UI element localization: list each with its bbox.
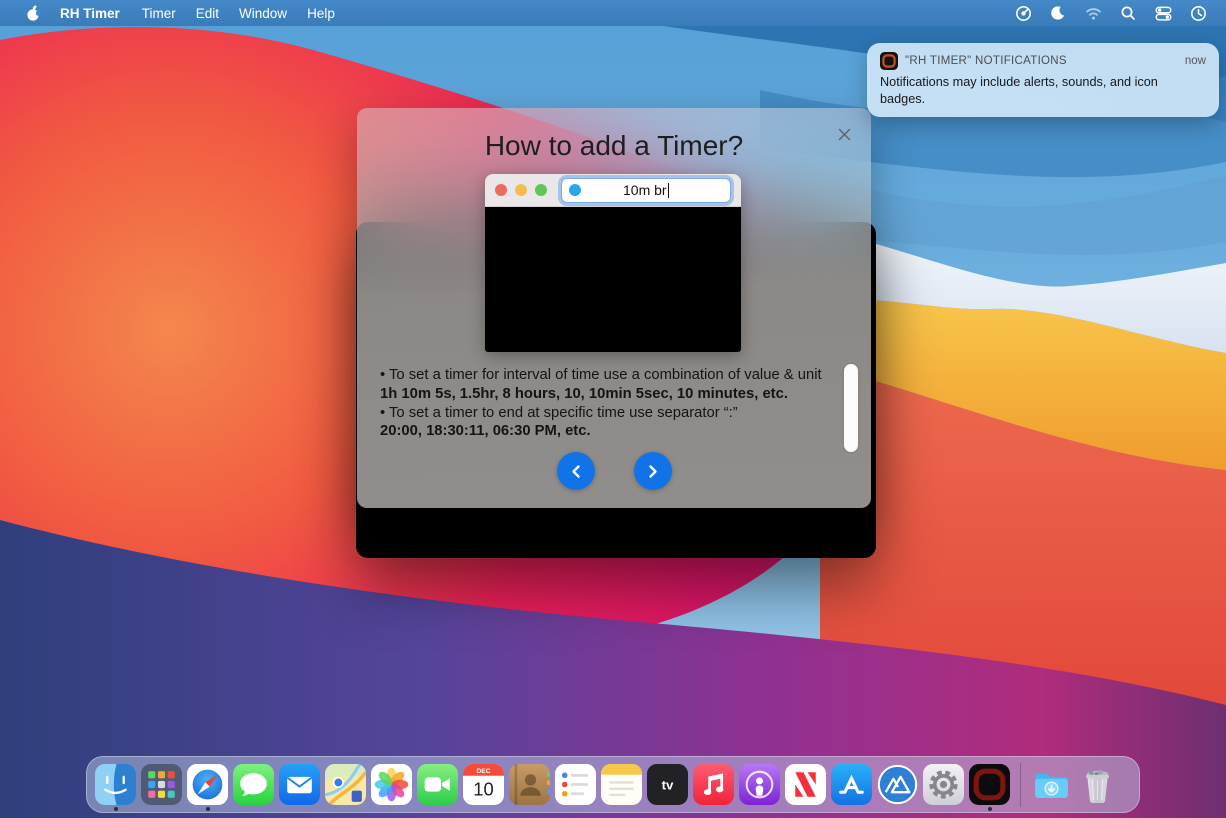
dock-contacts-icon[interactable] (509, 764, 550, 805)
chevron-left-icon (570, 464, 582, 479)
notification-time: now (1185, 55, 1206, 67)
dock-app-store-icon[interactable] (831, 764, 872, 805)
rh-timer-app-icon (880, 52, 898, 70)
instruction-line: 1h 10m 5s, 1.5hr, 8 hours, 10, 10min 5se… (380, 385, 850, 404)
wifi-icon[interactable] (1083, 4, 1103, 22)
dock-photos-icon[interactable] (371, 764, 412, 805)
dock-safari-icon[interactable] (187, 764, 228, 805)
dock-calendar-icon[interactable]: DEC 10 (463, 764, 504, 805)
notification-banner[interactable]: "RH TIMER" NOTIFICATIONS now Notificatio… (867, 43, 1219, 117)
traffic-light-minimize-icon (515, 184, 527, 196)
dialog-close-button[interactable] (833, 123, 855, 145)
preview-timer-input: 10m br (561, 178, 731, 203)
menubar-app-name[interactable]: RH Timer (48, 0, 132, 26)
dock-apple-tv-icon[interactable]: tv (647, 764, 688, 805)
dock-downloads-icon[interactable] (1031, 764, 1072, 805)
dock-mountain-app-icon[interactable] (877, 764, 918, 805)
calendar-month: DEC (476, 768, 490, 775)
dock-separator (1020, 763, 1021, 807)
dialog-nav (357, 452, 871, 490)
dock-music-icon[interactable] (693, 764, 734, 805)
apple-tv-label: tv (662, 778, 674, 793)
menu-help[interactable]: Help (297, 0, 345, 26)
instruction-line: • To set a timer to end at specific time… (380, 404, 850, 423)
dock-news-icon[interactable] (785, 764, 826, 805)
do-not-disturb-moon-icon[interactable] (1048, 4, 1068, 22)
dock-facetime-icon[interactable] (417, 764, 458, 805)
apple-logo-icon (26, 5, 41, 22)
dock-maps-icon[interactable] (325, 764, 366, 805)
dialog-title: How to add a Timer? (357, 108, 871, 162)
dialog-scrollbar-thumb[interactable] (844, 364, 858, 452)
dock-reminders-icon[interactable] (555, 764, 596, 805)
dock-launchpad-icon[interactable] (141, 764, 182, 805)
apple-menu[interactable] (18, 5, 48, 22)
traffic-light-zoom-icon (535, 184, 547, 196)
close-icon (837, 127, 852, 142)
dock-notes-icon[interactable] (601, 764, 642, 805)
preview-window-content (485, 207, 741, 352)
control-center-icon[interactable] (1153, 4, 1173, 22)
calendar-day: 10 (473, 778, 494, 799)
preview-input-value: 10m br (623, 182, 667, 198)
text-caret (668, 183, 669, 198)
menu-timer[interactable]: Timer (132, 0, 186, 26)
desktop: RH Timer Timer Edit Window Help (0, 0, 1226, 818)
instruction-line: • To set a timer for interval of time us… (380, 366, 850, 385)
next-page-button[interactable] (634, 452, 672, 490)
clock-icon[interactable] (1188, 4, 1208, 22)
timer-menubar-icon[interactable] (1013, 4, 1033, 22)
instruction-line: 20:00, 18:30:11, 06:30 PM, etc. (380, 422, 850, 441)
dock-system-preferences-icon[interactable] (923, 764, 964, 805)
traffic-light-close-icon (495, 184, 507, 196)
dock-messages-icon[interactable] (233, 764, 274, 805)
dock: DEC 10 (86, 756, 1140, 813)
dock-finder-icon[interactable] (95, 764, 136, 805)
running-indicator (114, 807, 118, 811)
menu-edit[interactable]: Edit (186, 0, 229, 26)
notification-body: Notifications may include alerts, sounds… (880, 74, 1206, 107)
chevron-right-icon (647, 464, 659, 479)
dock-trash-icon[interactable] (1077, 764, 1118, 805)
timer-window-preview: 10m br (485, 174, 741, 352)
previous-page-button[interactable] (557, 452, 595, 490)
running-indicator (206, 807, 210, 811)
preview-titlebar: 10m br (485, 174, 741, 207)
menu-bar: RH Timer Timer Edit Window Help (0, 0, 1226, 26)
how-to-add-timer-dialog: How to add a Timer? 10m br (357, 108, 871, 508)
notification-title: "RH TIMER" NOTIFICATIONS (905, 55, 1067, 67)
running-indicator (988, 807, 992, 811)
spotlight-search-icon[interactable] (1118, 4, 1138, 22)
dock-rh-timer-icon[interactable] (969, 764, 1010, 805)
dialog-instructions: • To set a timer for interval of time us… (380, 366, 850, 441)
dock-mail-icon[interactable] (279, 764, 320, 805)
menu-window[interactable]: Window (229, 0, 297, 26)
dock-podcasts-icon[interactable] (739, 764, 780, 805)
